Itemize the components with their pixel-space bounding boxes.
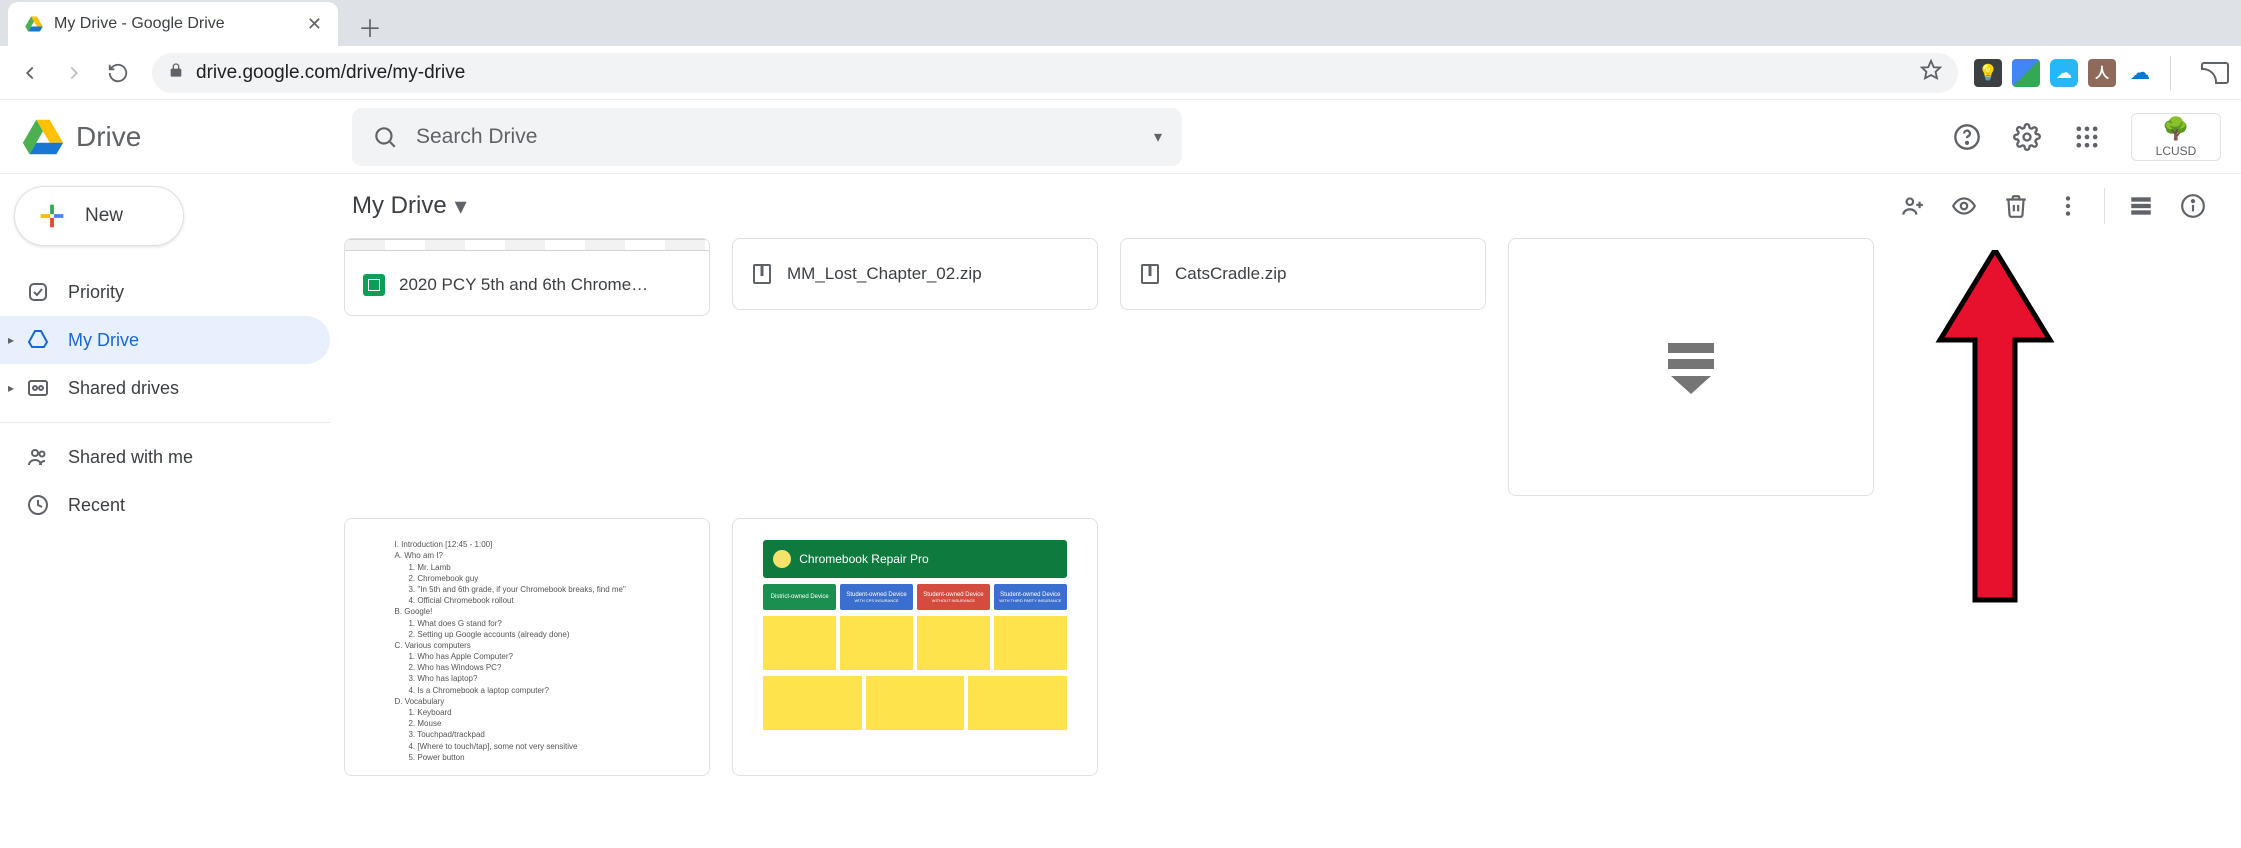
search-options-icon[interactable]: ▾ [1154, 127, 1162, 147]
org-label: LCUSD [2156, 144, 2197, 158]
org-account-chip[interactable]: 🌳 LCUSD [2131, 113, 2221, 161]
sidebar: New Priority ▸ My Drive ▸ Shared drives … [0, 174, 330, 848]
extension-icon[interactable]: ☁ [2126, 59, 2154, 87]
slides-title: Chromebook Repair Pro [799, 552, 928, 566]
tab-title: My Drive - Google Drive [54, 15, 297, 33]
drive-word: Drive [76, 121, 141, 153]
content-toolbar: My Drive ▾ [330, 174, 2241, 238]
shared-icon [26, 445, 50, 469]
slides-preview: Chromebook Repair Pro District-owned Dev… [748, 534, 1083, 759]
search-icon [372, 124, 398, 150]
zip-large-icon [1668, 340, 1714, 394]
doc-preview: I. Introduction [12:45 - 1:00]A. Who am … [370, 529, 683, 765]
separator [2104, 188, 2105, 224]
address-bar[interactable]: drive.google.com/drive/my-drive [152, 53, 1958, 93]
zip-icon [1139, 263, 1161, 285]
support-button[interactable] [1943, 113, 1991, 161]
sidebar-item-priority[interactable]: Priority [0, 268, 330, 316]
browser-tabstrip: My Drive - Google Drive ✕ ＋ [0, 0, 2241, 46]
file-name: 2020 PCY 5th and 6th Chrome… [399, 275, 648, 295]
url-text: drive.google.com/drive/my-drive [196, 62, 465, 84]
file-name: CatsCradle.zip [1175, 264, 1287, 284]
mydrive-icon [26, 328, 50, 352]
more-actions-button[interactable] [2042, 180, 2094, 232]
expand-icon[interactable]: ▸ [8, 381, 14, 395]
shared-drives-icon [26, 376, 50, 400]
sheets-icon [363, 274, 385, 296]
trash-button[interactable] [1990, 180, 2042, 232]
plus-icon [35, 199, 69, 233]
share-button[interactable] [1886, 180, 1938, 232]
apps-launcher-button[interactable] [2063, 113, 2111, 161]
extension-icons: 💡 ☁ 人 ☁ [1974, 59, 2154, 87]
recent-icon [26, 493, 50, 517]
browser-tab[interactable]: My Drive - Google Drive ✕ [8, 2, 338, 46]
breadcrumb[interactable]: My Drive ▾ [352, 192, 467, 221]
sidebar-item-label: My Drive [68, 330, 139, 351]
drive-header: Drive Search Drive ▾ 🌳 LCUSD [0, 100, 2241, 174]
cast-icon[interactable] [2201, 62, 2229, 84]
file-card[interactable]: 2020 PCY 5th and 6th Chrome… [344, 238, 710, 316]
file-preview [345, 239, 709, 251]
extension-icon[interactable] [2012, 59, 2040, 87]
sidebar-item-label: Recent [68, 495, 125, 516]
browser-toolbar: drive.google.com/drive/my-drive 💡 ☁ 人 ☁ [0, 46, 2241, 100]
file-grid: 2020 PCY 5th and 6th Chrome… MM_Lost_Cha… [330, 238, 2241, 848]
priority-icon [26, 280, 50, 304]
back-button[interactable] [12, 55, 48, 91]
separator [0, 422, 330, 423]
file-card[interactable]: Chromebook Repair Pro District-owned Dev… [732, 518, 1098, 776]
breadcrumb-label: My Drive [352, 192, 447, 220]
file-card[interactable]: I. Introduction [12:45 - 1:00]A. Who am … [344, 518, 710, 776]
extension-icon[interactable]: 💡 [1974, 59, 2002, 87]
file-card[interactable]: MM_Lost_Chapter_02.zip [732, 238, 1098, 310]
file-name: MM_Lost_Chapter_02.zip [787, 264, 982, 284]
lock-icon [168, 61, 184, 84]
sidebar-item-recent[interactable]: Recent [0, 481, 330, 529]
sidebar-item-label: Priority [68, 282, 124, 303]
drive-logo[interactable]: Drive [20, 114, 340, 160]
sidebar-item-shared-with-me[interactable]: Shared with me [0, 433, 330, 481]
drive-favicon [24, 14, 44, 34]
settings-button[interactable] [2003, 113, 2051, 161]
sidebar-item-label: Shared drives [68, 378, 179, 399]
extension-icon[interactable]: ☁ [2050, 59, 2078, 87]
new-button-label: New [85, 205, 123, 227]
expand-icon[interactable]: ▸ [8, 333, 14, 347]
chevron-down-icon: ▾ [455, 192, 467, 221]
view-toggle-button[interactable] [2115, 180, 2167, 232]
close-tab-icon[interactable]: ✕ [307, 14, 322, 35]
new-button[interactable]: New [14, 186, 184, 246]
new-tab-button[interactable]: ＋ [350, 6, 390, 46]
extension-icon[interactable]: 人 [2088, 59, 2116, 87]
search-input[interactable]: Search Drive ▾ [352, 108, 1182, 166]
sidebar-item-mydrive[interactable]: ▸ My Drive [0, 316, 330, 364]
search-placeholder: Search Drive [416, 125, 1136, 149]
file-card[interactable] [1508, 238, 1874, 496]
details-button[interactable] [2167, 180, 2219, 232]
reload-button[interactable] [100, 55, 136, 91]
preview-button[interactable] [1938, 180, 1990, 232]
sidebar-item-shared-drives[interactable]: ▸ Shared drives [0, 364, 330, 412]
separator [2170, 56, 2171, 90]
main-panel: My Drive ▾ 2020 PCY 5th and 6th Chrome… [330, 174, 2241, 848]
zip-icon [751, 263, 773, 285]
file-card[interactable]: CatsCradle.zip [1120, 238, 1486, 310]
sidebar-item-label: Shared with me [68, 447, 193, 468]
forward-button[interactable] [56, 55, 92, 91]
bookmark-star-icon[interactable] [1920, 59, 1942, 86]
org-logo-icon: 🌳 [2162, 116, 2189, 142]
